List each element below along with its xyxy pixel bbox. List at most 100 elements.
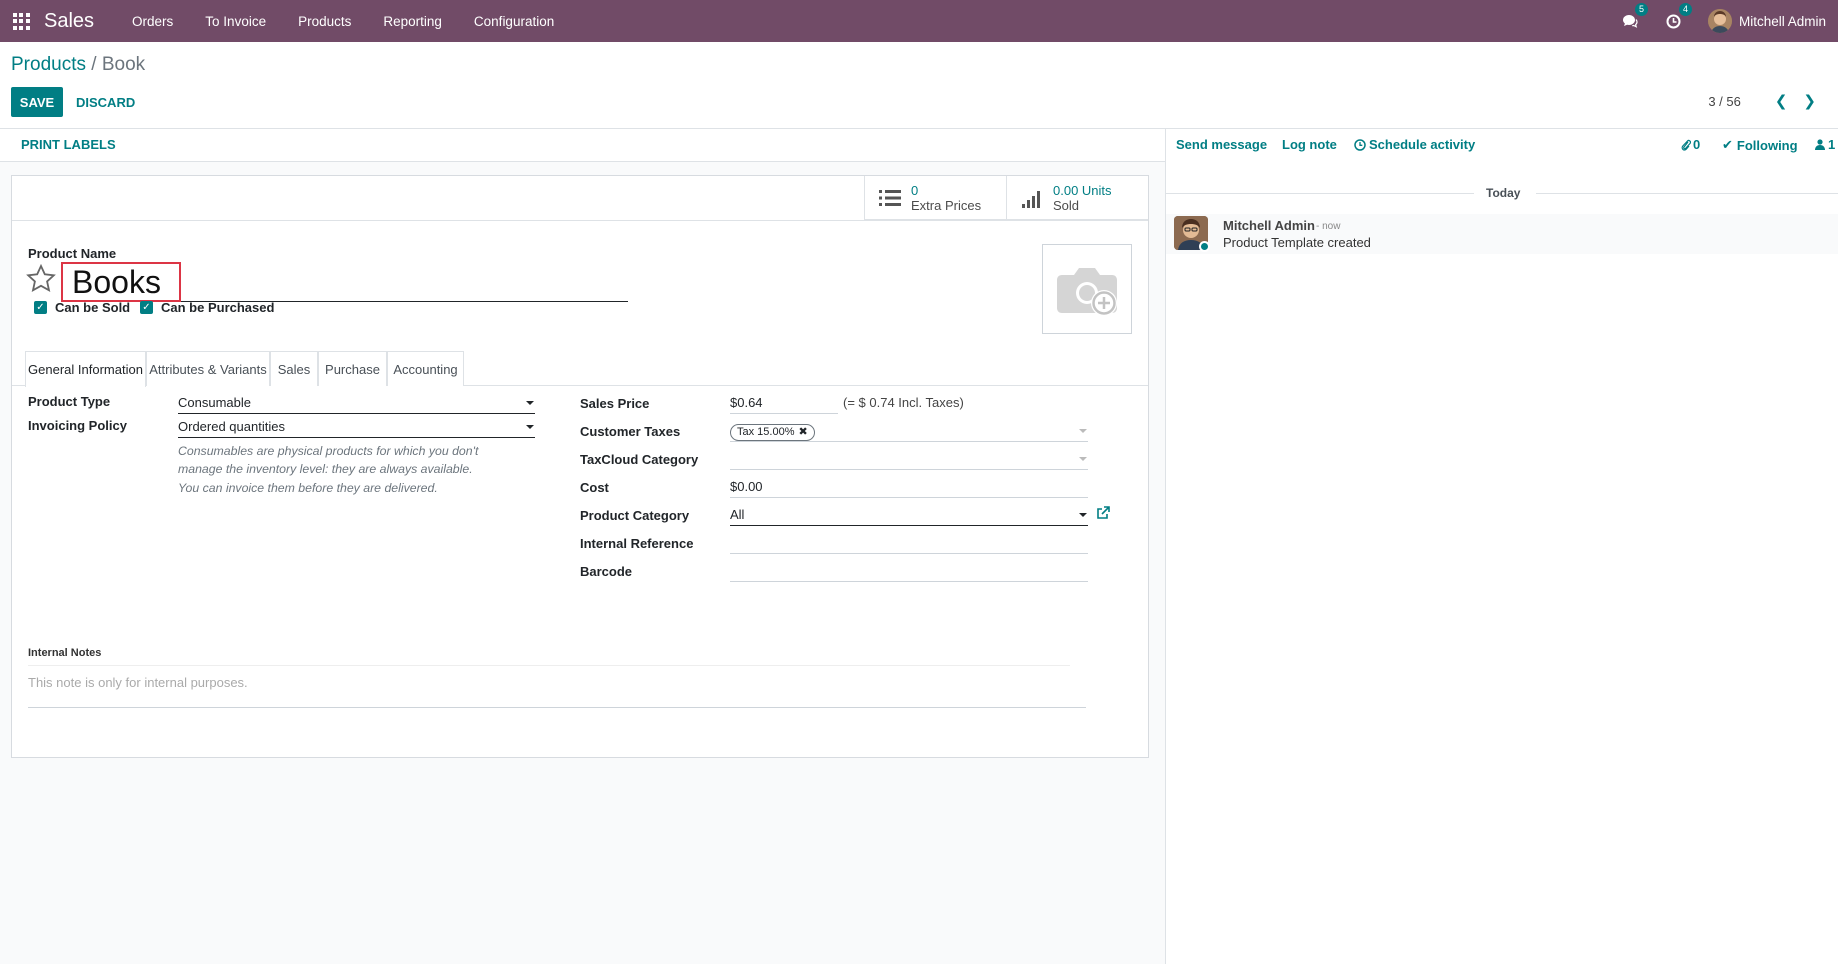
schedule-activity-label: Schedule activity bbox=[1369, 137, 1476, 152]
tab-sales[interactable]: Sales bbox=[270, 351, 318, 386]
breadcrumb: Products / Book bbox=[11, 54, 145, 76]
user-menu[interactable]: Mitchell Admin bbox=[1707, 9, 1826, 33]
date-separator-line bbox=[1166, 193, 1474, 194]
date-separator: Today bbox=[1166, 186, 1838, 202]
following-button[interactable]: ✔ Following bbox=[1722, 137, 1798, 153]
taxcloud-category-select[interactable] bbox=[730, 450, 1088, 470]
breadcrumb-separator: / bbox=[91, 54, 97, 75]
units-sold-value: 0.00 Units bbox=[1053, 183, 1112, 198]
customer-taxes-label: Customer Taxes bbox=[580, 424, 681, 439]
sales-price-input[interactable]: $0.64 bbox=[730, 394, 838, 414]
menu-orders[interactable]: Orders bbox=[116, 14, 189, 29]
product-name-label: Product Name bbox=[28, 246, 117, 261]
product-type-value: Consumable bbox=[178, 395, 251, 410]
date-separator-label: Today bbox=[1486, 186, 1521, 200]
invoicing-help: You can invoice them before they are del… bbox=[178, 481, 438, 495]
product-category-select[interactable]: All bbox=[730, 506, 1088, 526]
menu-products[interactable]: Products bbox=[282, 14, 367, 29]
signal-bars-icon bbox=[1022, 191, 1040, 208]
tab-accounting[interactable]: Accounting bbox=[387, 351, 464, 386]
schedule-activity-button[interactable]: Schedule activity bbox=[1354, 137, 1475, 152]
product-category-label: Product Category bbox=[580, 508, 690, 523]
internal-notes-input[interactable]: This note is only for internal purposes. bbox=[28, 670, 1086, 708]
paperclip-icon bbox=[1681, 139, 1691, 151]
sales-price-value: 0.64 bbox=[737, 395, 763, 410]
menu-to-invoice[interactable]: To Invoice bbox=[189, 14, 282, 29]
external-link-icon[interactable] bbox=[1096, 506, 1110, 520]
chatter-topbar: Send message Log note Schedule activity … bbox=[1166, 129, 1838, 162]
send-message-button[interactable]: Send message bbox=[1176, 137, 1267, 152]
followers-button[interactable]: 1 bbox=[1815, 137, 1835, 152]
product-type-label: Product Type bbox=[28, 394, 111, 409]
notes-separator bbox=[28, 665, 1070, 666]
cost-input[interactable]: $0.00 bbox=[730, 478, 1088, 498]
internal-notes-label: Internal Notes bbox=[28, 647, 102, 659]
chevron-down-icon bbox=[1079, 513, 1087, 517]
can-be-sold-checkbox[interactable]: ✓ Can be Sold bbox=[34, 300, 130, 315]
navbar-systray: 5 4 Mitchell Admin bbox=[1608, 0, 1838, 42]
activity-clock-icon[interactable]: 4 bbox=[1664, 3, 1692, 31]
chevron-down-icon bbox=[526, 425, 534, 429]
tab-general-information[interactable]: General Information bbox=[25, 351, 146, 387]
barcode-input[interactable] bbox=[730, 562, 1088, 582]
attachments-count: 0 bbox=[1693, 137, 1701, 152]
extra-prices-value: 0 bbox=[911, 183, 919, 198]
tab-attributes-variants[interactable]: Attributes & Variants bbox=[146, 351, 270, 386]
discard-button[interactable]: DISCARD bbox=[76, 87, 135, 117]
pager-previous-icon[interactable]: ❮ bbox=[1775, 92, 1788, 110]
check-icon: ✔ bbox=[1722, 137, 1733, 152]
log-note-button[interactable]: Log note bbox=[1282, 137, 1337, 152]
tab-purchase[interactable]: Purchase bbox=[318, 351, 387, 386]
activity-badge: 4 bbox=[1678, 3, 1692, 16]
button-box-divider bbox=[12, 220, 1148, 221]
invoicing-policy-value: Ordered quantities bbox=[178, 419, 285, 434]
remove-tag-icon[interactable]: ✖ bbox=[798, 423, 807, 441]
chevron-down-icon bbox=[1079, 429, 1087, 433]
units-sold-label: Sold bbox=[1053, 198, 1080, 213]
product-name-input[interactable]: Books bbox=[70, 262, 628, 302]
product-type-select[interactable]: Consumable bbox=[178, 394, 535, 414]
print-labels-button[interactable]: PRINT LABELS bbox=[21, 137, 116, 152]
pager-next-icon[interactable]: ❯ bbox=[1803, 92, 1816, 110]
can-be-purchased-checkbox[interactable]: ✓ Can be Purchased bbox=[140, 300, 274, 315]
breadcrumb-current: Book bbox=[101, 54, 146, 75]
internal-reference-input[interactable] bbox=[730, 534, 1088, 554]
breadcrumb-products-link[interactable]: Products bbox=[11, 54, 86, 75]
clock-icon bbox=[1354, 138, 1366, 151]
app-name[interactable]: Sales bbox=[44, 10, 94, 33]
invoicing-policy-select[interactable]: Ordered quantities bbox=[178, 418, 535, 438]
camera-add-icon bbox=[1057, 268, 1117, 316]
pager-value[interactable]: 3 / 56 bbox=[1708, 94, 1741, 109]
tax-tag: Tax 15.00% ✖ bbox=[730, 423, 815, 441]
online-status-icon bbox=[1199, 241, 1210, 252]
cost-label: Cost bbox=[580, 480, 609, 495]
attachments-button[interactable]: 0 bbox=[1681, 137, 1700, 152]
menu-reporting[interactable]: Reporting bbox=[367, 14, 458, 29]
product-category-value: All bbox=[730, 507, 745, 522]
units-sold-button[interactable]: 0.00 Units Sold bbox=[1006, 176, 1148, 220]
save-button[interactable]: SAVE bbox=[11, 87, 63, 117]
chevron-down-icon bbox=[526, 401, 534, 405]
checkbox-checked-icon: ✓ bbox=[34, 301, 47, 314]
apps-menu-icon[interactable] bbox=[11, 11, 31, 31]
form-sheet: 0 Extra Prices 0.00 Units Sold Product N… bbox=[11, 175, 1149, 758]
customer-taxes-field[interactable]: Tax 15.00% ✖ bbox=[730, 422, 1088, 442]
list-icon bbox=[879, 190, 901, 206]
extra-prices-button[interactable]: 0 Extra Prices bbox=[864, 176, 1006, 220]
message-author[interactable]: Mitchell Admin bbox=[1223, 218, 1315, 233]
product-image-upload[interactable] bbox=[1042, 244, 1132, 334]
chevron-down-icon bbox=[1079, 457, 1087, 461]
date-separator-line bbox=[1536, 193, 1838, 194]
favorite-star-icon[interactable] bbox=[26, 264, 56, 294]
chatter-message: Mitchell Admin - now Product Template cr… bbox=[1166, 214, 1838, 254]
taxcloud-category-label: TaxCloud Category bbox=[580, 452, 699, 467]
menu-configuration[interactable]: Configuration bbox=[458, 14, 570, 29]
messaging-icon[interactable]: 5 bbox=[1620, 3, 1648, 31]
tax-tag-label: Tax 15.00% bbox=[737, 426, 795, 438]
message-date: - now bbox=[1316, 221, 1341, 232]
extra-prices-label: Extra Prices bbox=[911, 198, 982, 213]
smart-button-box: 0 Extra Prices 0.00 Units Sold bbox=[864, 176, 1148, 220]
invoicing-policy-label: Invoicing Policy bbox=[28, 418, 127, 433]
following-label: Following bbox=[1736, 137, 1798, 153]
form-statusbar: PRINT LABELS bbox=[0, 129, 1165, 162]
